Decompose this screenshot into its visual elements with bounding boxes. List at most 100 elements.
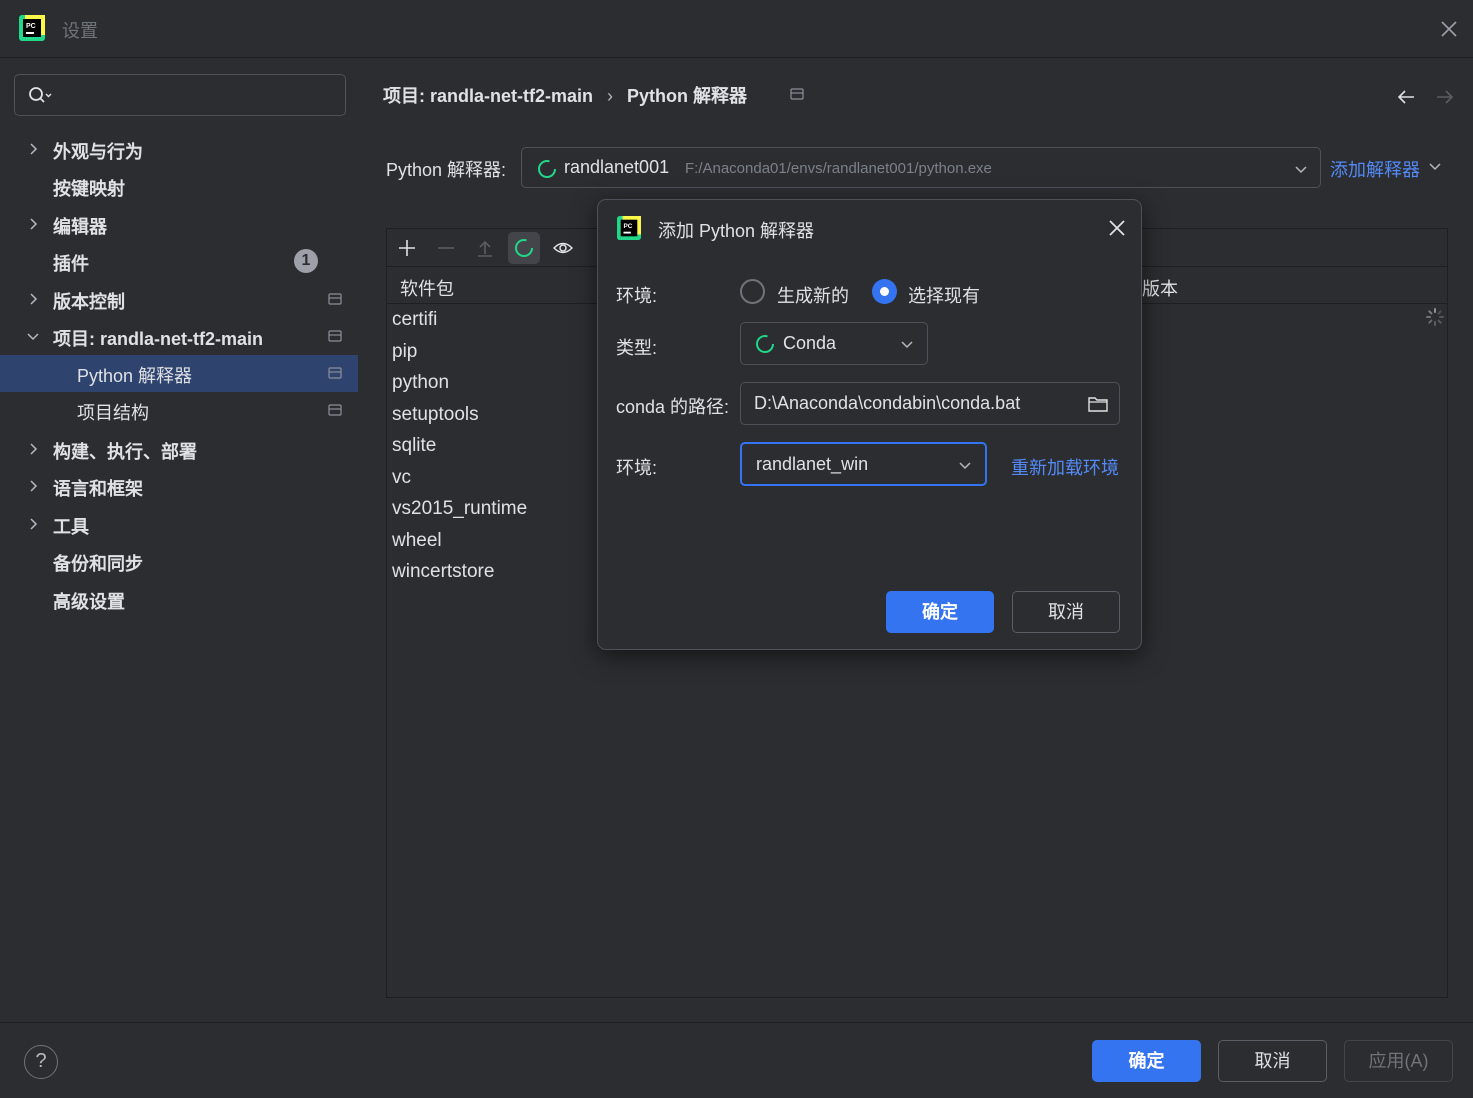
cancel-button[interactable]: 取消 — [1218, 1040, 1327, 1082]
sidebar-item-label: 编辑器 — [53, 217, 107, 237]
settings-search-input[interactable] — [14, 74, 346, 116]
sidebar-item-version-control[interactable]: 版本控制 — [0, 281, 358, 318]
table-row[interactable]: python — [392, 370, 527, 402]
column-header-version[interactable]: 版本 — [1142, 275, 1178, 301]
chevron-down-icon — [959, 462, 971, 470]
dialog-title: 添加 Python 解释器 — [658, 221, 815, 241]
chevron-right-icon[interactable] — [25, 291, 41, 307]
sidebar-item-backup-sync[interactable]: 备份和同步 — [0, 543, 358, 580]
svg-text:PC: PC — [623, 223, 632, 230]
chevron-down-icon — [1295, 166, 1307, 174]
svg-text:PC: PC — [26, 23, 36, 30]
apply-button[interactable]: 应用(A) — [1344, 1040, 1453, 1082]
upload-arrow-icon — [478, 240, 492, 257]
sidebar-item-appearance[interactable]: 外观与行为 — [0, 131, 358, 168]
folder-icon[interactable] — [1087, 394, 1109, 414]
sidebar-item-python-interpreter[interactable]: Python 解释器 — [0, 355, 358, 392]
close-icon[interactable] — [1106, 217, 1128, 239]
sidebar-item-editor[interactable]: 编辑器 — [0, 206, 358, 243]
chevron-right-icon[interactable] — [25, 516, 41, 532]
interpreter-name: randlanet001 — [564, 157, 670, 177]
dialog-cancel-button[interactable]: 取消 — [1012, 591, 1120, 633]
environment-select[interactable]: randlanet_win — [740, 442, 987, 486]
radio-existing-environment[interactable] — [872, 279, 897, 304]
interpreter-select[interactable]: randlanet001 F:/Anaconda01/envs/randlane… — [521, 147, 1321, 188]
environment2-label: 环境: — [616, 458, 658, 478]
table-row[interactable]: vc — [392, 465, 527, 497]
sidebar-item-label: 语言和框架 — [53, 479, 143, 499]
window-title: 设置 — [62, 21, 98, 41]
plugins-update-badge: 1 — [294, 249, 318, 273]
sidebar-item-advanced[interactable]: 高级设置 — [0, 581, 358, 618]
chevron-right-icon[interactable] — [25, 216, 41, 232]
ok-button[interactable]: 确定 — [1092, 1040, 1201, 1082]
sidebar-item-build[interactable]: 构建、执行、部署 — [0, 431, 358, 468]
sidebar-item-tools[interactable]: 工具 — [0, 506, 358, 543]
add-interpreter-dialog: PC 添加 Python 解释器 环境: 生成新的 选择现有 类型: Conda… — [597, 199, 1142, 650]
radio-existing-label[interactable]: 选择现有 — [908, 282, 980, 308]
chevron-right-icon[interactable] — [25, 478, 41, 494]
column-header-package[interactable]: 软件包 — [400, 275, 454, 301]
chevron-down-icon[interactable] — [25, 328, 41, 344]
sidebar-item-languages[interactable]: 语言和框架 — [0, 468, 358, 505]
pycharm-logo-icon: PC — [19, 15, 45, 41]
minus-icon — [438, 247, 454, 249]
sidebar-item-label: Python 解释器 — [77, 366, 193, 386]
dialog-ok-button[interactable]: 确定 — [886, 591, 994, 633]
environment-value: randlanet_win — [756, 454, 869, 474]
upgrade-package-button[interactable] — [469, 232, 501, 264]
chevron-right-icon[interactable] — [25, 141, 41, 157]
sidebar-item-project[interactable]: 项目: randla-net-tf2-main — [0, 318, 358, 355]
table-row[interactable]: certifi — [392, 307, 527, 339]
install-package-button[interactable] — [391, 232, 423, 264]
table-row[interactable]: wincertstore — [392, 559, 527, 591]
table-row[interactable]: pip — [392, 339, 527, 371]
loading-spinner-icon — [515, 239, 533, 257]
sidebar-item-label: 高级设置 — [53, 592, 125, 612]
sidebar-item-keymap[interactable]: 按键映射 — [0, 168, 358, 205]
footer-divider — [0, 1022, 1473, 1023]
radio-new-environment[interactable] — [740, 279, 765, 304]
conda-path-value: D:\Anaconda\condabin\conda.bat — [754, 393, 1021, 413]
sidebar-item-label: 外观与行为 — [53, 142, 143, 162]
sidebar-item-label: 插件 — [53, 254, 89, 274]
search-icon — [29, 87, 52, 103]
refresh-packages-button[interactable] — [508, 232, 540, 264]
sidebar-item-label: 项目: randla-net-tf2-main — [53, 329, 264, 349]
interpreter-path: F:/Anaconda01/envs/randlanet001/python.e… — [685, 160, 992, 177]
sidebar-item-label: 按键映射 — [53, 179, 125, 199]
interpreter-label: Python 解释器: — [386, 160, 507, 180]
chevron-right-icon[interactable] — [25, 441, 41, 457]
chevron-down-icon[interactable] — [1427, 158, 1443, 174]
title-bar: PC 设置 — [0, 0, 1473, 58]
add-interpreter-link[interactable]: 添加解释器 — [1330, 156, 1420, 182]
breadcrumb-separator: › — [607, 86, 614, 106]
uninstall-package-button[interactable] — [430, 232, 462, 264]
sidebar-item-plugins[interactable]: 插件 1 — [0, 243, 358, 280]
project-scope-icon — [328, 404, 342, 416]
table-row[interactable]: sqlite — [392, 433, 527, 465]
table-row[interactable]: wheel — [392, 528, 527, 560]
radio-new-label[interactable]: 生成新的 — [777, 282, 849, 308]
project-scope-icon — [328, 367, 342, 379]
loading-spinner-icon — [756, 335, 774, 353]
sidebar-item-project-structure[interactable]: 项目结构 — [0, 392, 358, 429]
conda-path-input[interactable]: D:\Anaconda\condabin\conda.bat — [740, 382, 1120, 425]
forward-arrow-icon[interactable] — [1434, 86, 1456, 108]
conda-path-label: conda 的路径: — [616, 397, 730, 417]
breadcrumb-project[interactable]: 项目: randla-net-tf2-main — [383, 86, 593, 106]
sidebar-item-label: 工具 — [53, 517, 89, 537]
sidebar-item-label: 版本控制 — [53, 292, 125, 312]
back-arrow-icon[interactable] — [1395, 86, 1417, 108]
show-early-releases-button[interactable] — [547, 232, 579, 264]
window-close-icon[interactable] — [1437, 17, 1461, 41]
help-button[interactable]: ? — [24, 1045, 58, 1079]
type-select[interactable]: Conda — [740, 322, 928, 365]
settings-sidebar: 外观与行为 按键映射 编辑器 插件 1 版本控制 项目: randla-net-… — [0, 59, 358, 1022]
project-scope-icon — [328, 293, 342, 305]
table-row[interactable]: vs2015_runtime — [392, 496, 527, 528]
project-scope-icon — [790, 88, 804, 100]
table-row[interactable]: setuptools — [392, 402, 527, 434]
project-scope-icon — [328, 330, 342, 342]
reload-environments-link[interactable]: 重新加载环境 — [1011, 454, 1119, 480]
